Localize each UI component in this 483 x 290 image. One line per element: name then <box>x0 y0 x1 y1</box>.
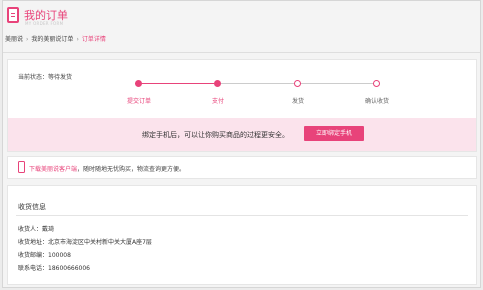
breadcrumb-current: 订单详情 <box>81 36 106 43</box>
recipient-address: 收货地址：北京市海淀区中关村新中关大厦A座7层 <box>18 239 152 246</box>
shipping-heading: 收货信息 <box>18 203 46 211</box>
step-dot <box>294 80 301 87</box>
order-status-text: 当前状态：等待发货 <box>18 74 73 81</box>
bind-phone-button[interactable]: 立即绑定手机 <box>304 126 364 141</box>
step-label: 发货 <box>291 98 304 105</box>
download-app-link[interactable]: 下载美丽说客户端 <box>29 166 77 173</box>
breadcrumb-separator: › <box>76 36 79 43</box>
recipient-phone: 联系电话：18600666006 <box>18 265 90 272</box>
step-label: 支付 <box>211 98 224 105</box>
recipient-postcode: 收货邮编：100008 <box>18 252 71 259</box>
bind-phone-banner: 绑定手机后，可以让你购买商品的过程更安全。 立即绑定手机 <box>8 118 476 151</box>
step-label: 确认收货 <box>364 98 389 105</box>
app-download-text: 下载美丽说客户端，随时随地无忧购买，物流查询更方便。 <box>29 164 185 173</box>
app-download-strip: 下载美丽说客户端，随时随地无忧购买，物流查询更方便。 <box>7 156 477 179</box>
step-dot <box>214 80 221 87</box>
bind-phone-message: 绑定手机后，可以让你购买商品的过程更安全。 <box>142 131 289 139</box>
page-subtitle: MY ORDER FORM <box>25 21 64 26</box>
page-header: 我的订单 MY ORDER FORM <box>3 1 480 30</box>
order-document-icon <box>7 7 19 23</box>
breadcrumb-orders-link[interactable]: 我的美丽说订单 <box>31 36 73 43</box>
step-label: 提交订单 <box>126 98 151 105</box>
order-status-card: 当前状态：等待发货 提交订单 支付 发货 确认收货 绑定手机后，可以让你购买商品… <box>7 59 477 152</box>
step-dot <box>373 80 380 87</box>
progress-fill <box>135 83 214 84</box>
breadcrumb-home-link[interactable]: 美丽说 <box>5 36 23 43</box>
step-dot <box>135 80 142 87</box>
order-detail-window: 我的订单 MY ORDER FORM 美丽说 › 我的美丽说订单 › 订单详情 当前状态… <box>2 0 481 288</box>
mobile-phone-icon <box>18 161 25 173</box>
shipping-info-card: 收货信息 收货人：戴琦 收货地址：北京市海淀区中关村新中关大厦A座7层 收货邮编… <box>7 185 477 285</box>
recipient-name: 收货人：戴琦 <box>18 226 55 233</box>
app-promo-text: ，随时随地无忧购买，物流查询更方便。 <box>77 166 186 173</box>
breadcrumb: 美丽说 › 我的美丽说订单 › 订单详情 <box>3 34 106 46</box>
header-divider <box>3 52 480 53</box>
shipping-divider <box>16 215 468 216</box>
